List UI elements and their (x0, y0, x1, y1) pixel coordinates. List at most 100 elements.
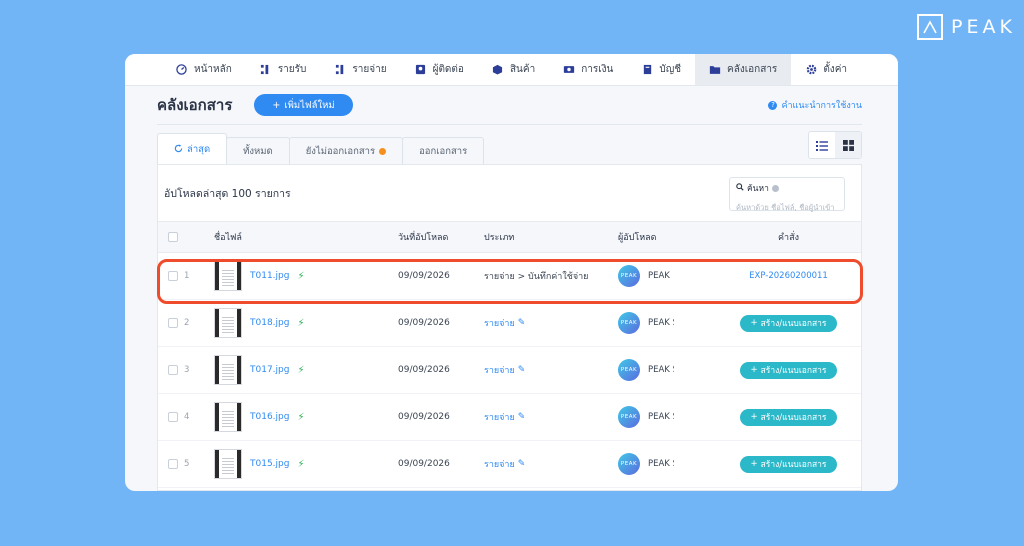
search-icon (736, 182, 744, 194)
create-attach-button[interactable]: + สร้าง/แนบเอกสาร (740, 455, 837, 473)
file-name-link[interactable]: T011.jpg (250, 271, 289, 281)
nav-label: การเงิน (581, 64, 614, 75)
pencil-icon: ✎ (517, 365, 526, 375)
ai-magic-icon: ⚡ (297, 364, 305, 376)
row-checkbox[interactable] (168, 459, 178, 469)
document-type-link[interactable]: รายจ่าย ✎ (484, 363, 618, 377)
contact-icon (415, 64, 427, 76)
create-attach-label: สร้าง/แนบเอกสาร (760, 460, 827, 470)
nav-settings[interactable]: ตั้งค่า (791, 54, 861, 85)
row-number: 4 (184, 412, 190, 422)
list-view-button[interactable] (809, 132, 835, 158)
uploader-avatar: PEAK (618, 312, 640, 334)
pencil-icon: ✎ (517, 318, 526, 328)
document-type-link[interactable]: รายจ่าย ✎ (484, 410, 618, 424)
table-row[interactable]: 4 T016.jpg ⚡ 09/09/2026 รายจ่าย ✎ PEAK PE… (158, 394, 861, 441)
plus-icon: + (750, 459, 758, 469)
nav-label: ตั้งค่า (823, 64, 847, 75)
create-attach-label: สร้าง/แนบเอกสาร (760, 366, 827, 376)
nav-contacts[interactable]: ผู้ติดต่อ (401, 54, 478, 85)
document-number-link[interactable]: EXP-20260200011 (749, 271, 828, 281)
header-command: คำสั่ง (778, 233, 799, 243)
page-header: คลังเอกสาร + เพิ่มไฟล์ใหม่ ? คำแนะนำการใ… (125, 86, 898, 124)
file-thumbnail[interactable] (214, 449, 242, 479)
row-checkbox[interactable] (168, 365, 178, 375)
uploader-name: PEAK S (648, 365, 674, 375)
file-thumbnail[interactable] (214, 355, 242, 385)
row-checkbox[interactable] (168, 271, 178, 281)
file-name-link[interactable]: T018.jpg (250, 318, 289, 328)
file-thumbnail[interactable] (214, 261, 242, 291)
search-label: ค้นหา (736, 181, 838, 195)
table-row[interactable]: 2 T018.jpg ⚡ 09/09/2026 รายจ่าย ✎ PEAK PE… (158, 300, 861, 347)
ai-magic-icon: ⚡ (297, 270, 305, 282)
search-input[interactable] (736, 203, 838, 212)
upload-count: อัปโหลดล่าสุด 100 รายการ (164, 187, 291, 200)
document-type-link[interactable]: รายจ่าย ✎ (484, 316, 618, 330)
file-thumbnail[interactable] (214, 308, 242, 338)
nav-income[interactable]: รายรับ (246, 54, 321, 85)
money-icon (563, 64, 575, 76)
box-icon (492, 64, 504, 76)
uploader-name: PEAK S (648, 412, 674, 422)
top-nav: หน้าหลัก รายรับ รายจ่าย ผู้ติดต่อ สินค้า… (125, 54, 898, 86)
header-date: วันที่อัปโหลด (398, 233, 449, 243)
create-attach-button[interactable]: + สร้าง/แนบเอกสาร (740, 408, 837, 426)
refresh-icon (174, 143, 183, 156)
ai-magic-icon: ⚡ (297, 411, 305, 423)
nav-label: สินค้า (509, 64, 536, 75)
uploader-avatar: PEAK (618, 453, 640, 475)
help-link[interactable]: ? คำแนะนำการใช้งาน (768, 98, 862, 112)
info-icon (771, 184, 779, 192)
help-icon: ? (768, 100, 778, 110)
header-file: ชื่อไฟล์ (214, 233, 242, 243)
nav-dashboard[interactable]: หน้าหลัก (162, 54, 246, 85)
row-checkbox[interactable] (168, 412, 178, 422)
file-name-link[interactable]: T015.jpg (250, 459, 289, 469)
create-attach-button[interactable]: + สร้าง/แนบเอกสาร (740, 314, 837, 332)
row-number: 2 (184, 318, 190, 328)
file-thumbnail[interactable] (214, 402, 242, 432)
nav-finance[interactable]: การเงิน (549, 54, 627, 85)
add-file-button[interactable]: + เพิ่มไฟล์ใหม่ (254, 94, 353, 116)
search-box[interactable]: ค้นหา (729, 177, 845, 212)
upload-date: 09/09/2026 (398, 459, 450, 469)
nav-products[interactable]: สินค้า (478, 54, 549, 85)
file-name-link[interactable]: T017.jpg (250, 365, 289, 375)
nav-accounting[interactable]: บัญชี (627, 54, 695, 85)
tab-issued[interactable]: ออกเอกสาร (402, 137, 485, 165)
dashboard-icon (176, 64, 188, 76)
nav-expense[interactable]: รายจ่าย (320, 54, 400, 85)
expense-icon (334, 64, 346, 76)
help-link-label: คำแนะนำการใช้งาน (781, 101, 862, 111)
tab-all[interactable]: ทั้งหมด (226, 137, 290, 165)
document-type-link[interactable]: รายจ่าย ✎ (484, 457, 618, 471)
create-attach-button[interactable]: + สร้าง/แนบเอกสาร (740, 361, 837, 379)
table-row[interactable]: 3 T017.jpg ⚡ 09/09/2026 รายจ่าย ✎ PEAK PE… (158, 347, 861, 394)
tab-recent[interactable]: ล่าสุด (157, 133, 228, 165)
tab-label: ทั้งหมด (243, 146, 273, 157)
nav-label: บัญชี (659, 64, 682, 75)
ai-magic-icon: ⚡ (297, 317, 305, 329)
pencil-icon: ✎ (517, 459, 526, 469)
select-all-checkbox[interactable] (168, 232, 178, 242)
gear-icon (805, 64, 817, 76)
upload-date: 09/09/2026 (398, 365, 450, 375)
tab-label: ล่าสุด (187, 144, 211, 155)
grid-view-button[interactable] (835, 132, 861, 158)
upload-date: 09/09/2026 (398, 318, 450, 328)
row-checkbox[interactable] (168, 318, 178, 328)
nav-documents[interactable]: คลังเอกสาร (695, 54, 792, 85)
uploader-name: PEAK S (648, 459, 674, 469)
page-title: คลังเอกสาร (157, 96, 233, 114)
list-view-icon (816, 136, 828, 155)
table-row[interactable]: 5 T015.jpg ⚡ 09/09/2026 รายจ่าย ✎ PEAK PE… (158, 441, 861, 488)
uploader-name: PEAK (648, 271, 670, 281)
document-type: รายจ่าย (484, 319, 515, 329)
header-type: ประเภท (484, 233, 515, 243)
table-row[interactable]: 1 T011.jpg ⚡ 09/09/2026 รายจ่าย > บันทึก… (158, 253, 861, 300)
create-attach-label: สร้าง/แนบเอกสาร (760, 413, 827, 423)
file-name-link[interactable]: T016.jpg (250, 412, 289, 422)
tab-not-issued[interactable]: ยังไม่ออกเอกสาร (288, 137, 404, 165)
uploader-name: PEAK S (648, 318, 674, 328)
